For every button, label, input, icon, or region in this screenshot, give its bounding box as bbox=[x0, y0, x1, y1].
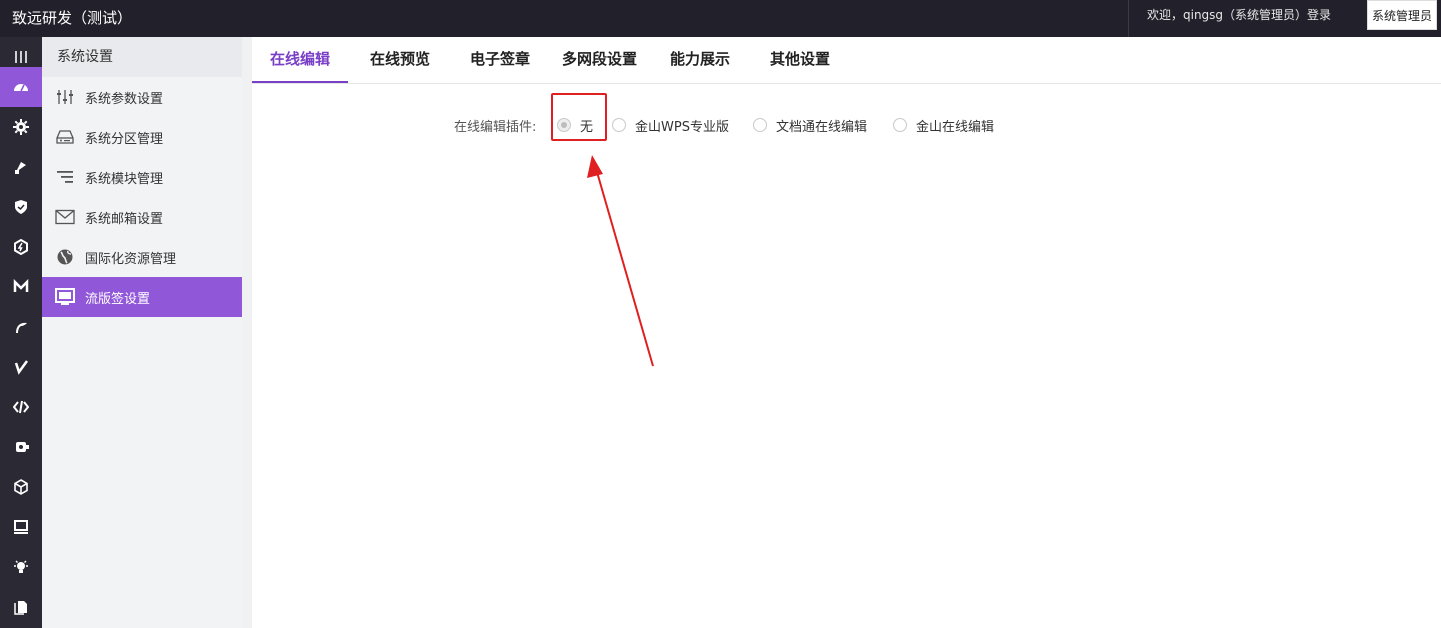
tab-online-edit[interactable]: 在线编辑 bbox=[252, 37, 349, 83]
list-icon bbox=[55, 167, 75, 187]
bulb-icon[interactable] bbox=[0, 547, 42, 587]
mail-icon bbox=[55, 207, 75, 227]
plugin-label: 在线编辑插件: bbox=[454, 120, 537, 135]
icon-rail bbox=[0, 37, 42, 628]
tab-capability[interactable]: 能力展示 bbox=[670, 37, 730, 83]
role-button[interactable]: 系统管理员 bbox=[1367, 0, 1437, 30]
sidebar-item-i18n[interactable]: 国际化资源管理 bbox=[42, 237, 242, 277]
tab-bar: 在线编辑 在线预览 电子签章 多网段设置 能力展示 其他设置 bbox=[252, 37, 1441, 84]
hexagon-icon[interactable] bbox=[0, 227, 42, 267]
sliders-icon bbox=[55, 87, 75, 107]
plugin-icon[interactable] bbox=[0, 427, 42, 467]
radio-dot[interactable] bbox=[612, 118, 626, 132]
top-bar: 致远研发（测试） 欢迎，qingsg（系统管理员）登录 系统管理员 bbox=[0, 0, 1441, 37]
sidebar-item-mail[interactable]: 系统邮箱设置 bbox=[42, 197, 242, 237]
check-icon[interactable] bbox=[0, 347, 42, 387]
code-icon[interactable] bbox=[0, 387, 42, 427]
radio-label: 金山WPS专业版 bbox=[635, 119, 729, 135]
copy-icon[interactable] bbox=[0, 587, 42, 627]
sidebar: 系统设置 系统参数设置 系统分区管理 系统模块管理 系统邮箱设置 国际化资源管理 bbox=[42, 37, 242, 628]
curve-icon[interactable] bbox=[0, 307, 42, 347]
globe-icon bbox=[55, 247, 75, 267]
sidebar-item-label: 国际化资源管理 bbox=[85, 251, 177, 267]
tab-other-settings[interactable]: 其他设置 bbox=[770, 37, 830, 83]
radio-wps-pro[interactable]: 金山WPS专业版 bbox=[612, 116, 729, 135]
monitor-icon[interactable] bbox=[0, 507, 42, 547]
sidebar-item-system-params[interactable]: 系统参数设置 bbox=[42, 77, 242, 117]
gear-icon[interactable] bbox=[0, 107, 42, 147]
m-icon[interactable] bbox=[0, 267, 42, 307]
sidebar-item-modules[interactable]: 系统模块管理 bbox=[42, 157, 242, 197]
welcome-text: 欢迎，qingsg（系统管理员）登录 bbox=[1128, 0, 1360, 37]
sidebar-item-label: 系统分区管理 bbox=[85, 131, 164, 147]
tab-online-preview[interactable]: 在线预览 bbox=[370, 37, 430, 83]
shield-icon[interactable] bbox=[0, 187, 42, 227]
radio-kingsoft-online[interactable]: 金山在线编辑 bbox=[893, 116, 995, 135]
cube-icon[interactable] bbox=[0, 467, 42, 507]
tab-e-signature[interactable]: 电子签章 bbox=[470, 37, 530, 83]
radio-dot[interactable] bbox=[753, 118, 767, 132]
annotation-highlight-box bbox=[551, 93, 607, 141]
pin-icon[interactable] bbox=[0, 147, 42, 187]
sidebar-item-stream-sign[interactable]: 流版签设置 bbox=[42, 277, 242, 317]
panel-divider bbox=[242, 37, 252, 628]
drive-icon bbox=[55, 127, 75, 147]
screen-icon bbox=[55, 287, 75, 307]
radio-label: 金山在线编辑 bbox=[916, 119, 995, 135]
sidebar-item-label: 系统邮箱设置 bbox=[85, 211, 164, 227]
sidebar-item-label: 系统参数设置 bbox=[85, 91, 164, 107]
radio-label: 文档通在线编辑 bbox=[776, 119, 868, 135]
sidebar-item-label: 系统模块管理 bbox=[85, 171, 164, 187]
tab-multi-segment[interactable]: 多网段设置 bbox=[562, 37, 637, 83]
sidebar-item-partition[interactable]: 系统分区管理 bbox=[42, 117, 242, 157]
dashboard-icon[interactable] bbox=[0, 67, 42, 107]
sidebar-header: 系统设置 bbox=[42, 37, 242, 77]
radio-dot[interactable] bbox=[893, 118, 907, 132]
app-title: 致远研发（测试） bbox=[12, 9, 133, 27]
radio-doctong[interactable]: 文档通在线编辑 bbox=[753, 116, 868, 135]
sidebar-item-label: 流版签设置 bbox=[85, 291, 151, 307]
